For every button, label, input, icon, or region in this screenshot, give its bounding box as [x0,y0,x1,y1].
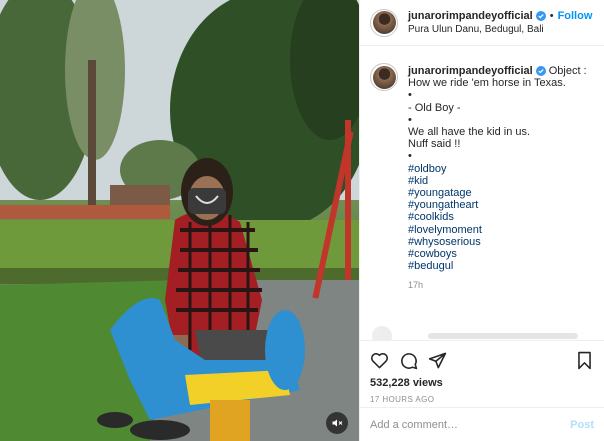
caption-line: • [408,150,412,163]
speaker-muted-icon [332,419,343,427]
post-caption: junarorimpandeyofficial Object : How we … [408,65,587,292]
view-count[interactable]: 532,228 views [370,377,594,389]
bookmark-icon[interactable] [575,351,594,370]
hashtag-link[interactable]: #youngatheart [408,199,587,211]
post-side-panel: junarorimpandeyofficial • Follow Pura Ul… [359,0,604,441]
comment-icon[interactable] [399,351,418,370]
hashtag-link[interactable]: #kid [408,175,587,187]
hashtag-link[interactable]: #coolkids [408,211,587,223]
video-frame [0,0,359,441]
post-actions: 532,228 views 17 HOURS AGO [360,340,604,407]
comment-input[interactable] [370,418,571,431]
caption-author-username[interactable]: junarorimpandeyofficial [408,65,533,77]
heart-icon[interactable] [370,351,389,370]
caption-line: How we ride 'em horse in Texas. [408,77,566,90]
hashtag-link[interactable]: #bedugul [408,260,587,272]
post-location[interactable]: Pura Ulun Danu, Bedugul, Bali [408,23,592,37]
separator-dot: • [549,9,554,22]
hashtag-link[interactable]: #lovelymoment [408,224,587,236]
caption-line: • [408,113,412,126]
verified-badge-icon [535,66,546,77]
caption-line: Nuff said !! [408,138,461,151]
comments-area[interactable]: junarorimpandeyofficial Object : How we … [360,46,604,340]
post-video[interactable] [0,0,359,441]
post-timestamp[interactable]: 17 HOURS AGO [370,395,594,404]
hashtag-link[interactable]: #oldboy [408,163,587,175]
verified-badge-icon [535,10,546,21]
hashtag-link[interactable]: #cowboys [408,248,587,260]
follow-button[interactable]: Follow [558,9,593,23]
post-dialog: junarorimpandeyofficial • Follow Pura Ul… [0,0,604,441]
author-username[interactable]: junarorimpandeyofficial [408,9,533,23]
next-comment-preview [372,326,578,340]
author-avatar[interactable] [370,8,398,37]
caption-author-avatar[interactable] [370,63,398,91]
caption-line: - Old Boy - [408,101,461,114]
caption-line: • [408,89,412,102]
post-comment-button[interactable]: Post [570,419,594,431]
post-header: junarorimpandeyofficial • Follow Pura Ul… [360,0,604,46]
caption-line: Object : [548,65,587,77]
caption-time-ago: 17h [408,280,424,291]
add-comment-bar: Post [360,407,604,441]
hashtag-link[interactable]: #whysoserious [408,236,587,248]
mute-button[interactable] [326,412,348,434]
hashtag-link[interactable]: #youngatage [408,187,587,199]
caption-line: We all have the kid in us. [408,126,531,139]
share-icon[interactable] [428,351,447,370]
